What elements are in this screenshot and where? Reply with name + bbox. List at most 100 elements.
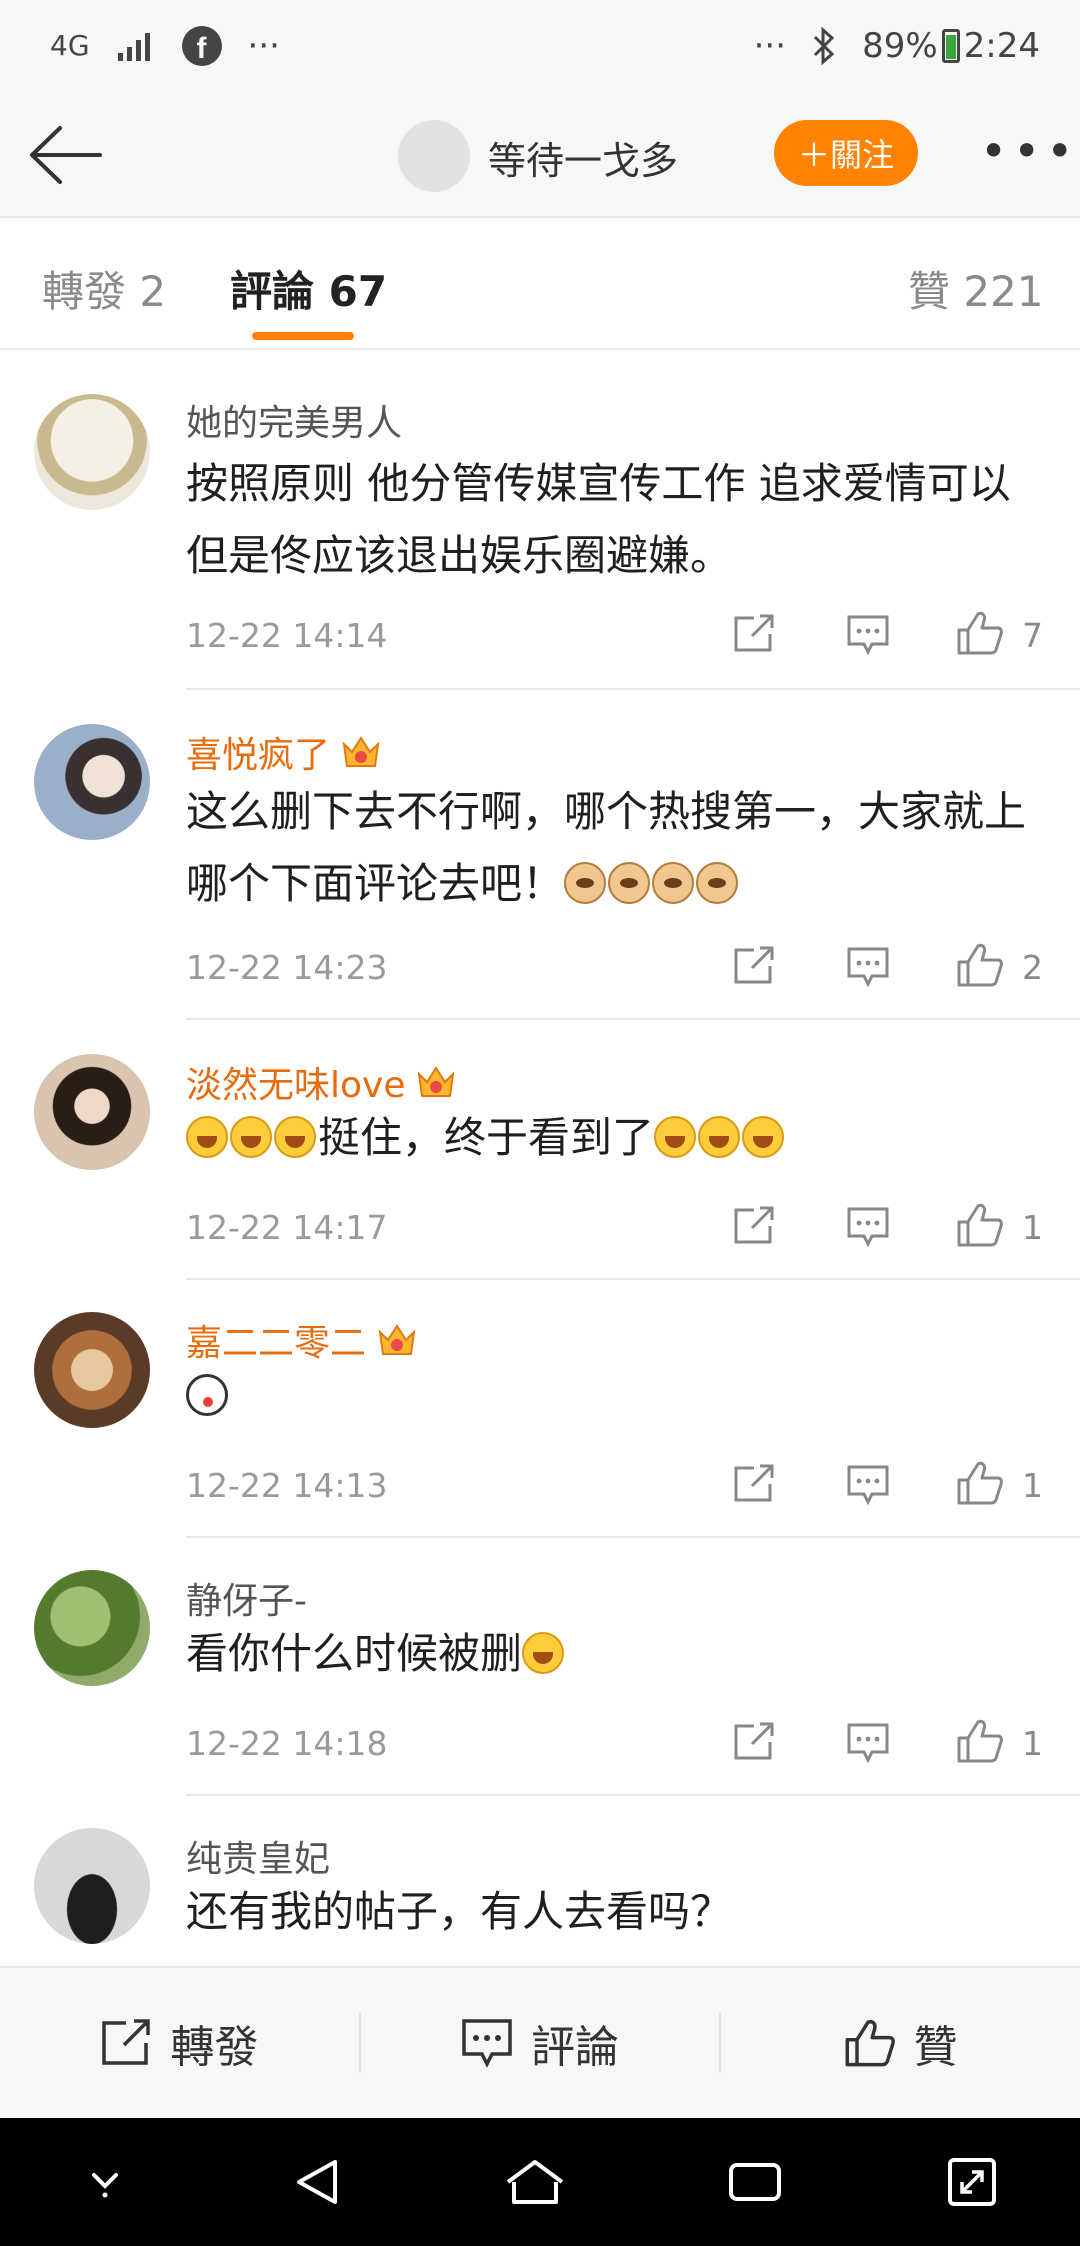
comment-item: 嘉二二零二 12-22 14:13 1 bbox=[0, 1280, 1080, 1538]
like-label: 贊 bbox=[913, 2022, 958, 2073]
share-icon[interactable] bbox=[732, 614, 776, 654]
like-icon[interactable] bbox=[956, 610, 1004, 656]
like-count: 1 bbox=[1022, 1208, 1043, 1247]
cat-emoji-icon bbox=[696, 862, 739, 904]
vip-crown-icon bbox=[378, 1324, 416, 1355]
share-icon[interactable] bbox=[732, 946, 776, 986]
comment-button[interactable]: 評論 bbox=[361, 2011, 720, 2075]
like-icon[interactable] bbox=[956, 1460, 1004, 1506]
reply-icon[interactable] bbox=[846, 1206, 890, 1248]
tab-likes[interactable]: 贊 221 bbox=[908, 258, 1044, 319]
like-count: 1 bbox=[1022, 1466, 1043, 1505]
network-type: 4G bbox=[50, 29, 90, 62]
share-icon bbox=[102, 2019, 151, 2065]
battery-icon bbox=[941, 29, 960, 63]
reply-icon[interactable] bbox=[846, 1464, 890, 1506]
comment-author[interactable]: 喜悦疯了 bbox=[186, 726, 382, 778]
recents-icon[interactable] bbox=[725, 2157, 785, 2207]
tab-reposts[interactable]: 轉發 2 bbox=[42, 258, 166, 319]
like-count: 2 bbox=[1022, 948, 1043, 987]
reply-icon[interactable] bbox=[846, 614, 890, 656]
back-arrow-icon[interactable] bbox=[28, 122, 104, 188]
share-icon[interactable] bbox=[732, 1722, 776, 1762]
laugh-cry-emoji-icon bbox=[522, 1632, 565, 1674]
reply-icon[interactable] bbox=[846, 1722, 890, 1764]
expand-icon[interactable] bbox=[944, 2154, 1000, 2210]
tab-bar: 轉發 2 評論 67 贊 221 bbox=[0, 218, 1080, 350]
vip-crown-icon bbox=[418, 1066, 455, 1097]
like-count: 7 bbox=[1022, 616, 1043, 655]
comment-author[interactable]: 静伢子- bbox=[186, 1572, 307, 1624]
status-bar: 4G f ··· ··· 89% 2:24 bbox=[0, 0, 1080, 92]
comment-list: 她的完美男人 按照原则 他分管传媒宣传工作 追求爱情可以 但是佟应该退出娱乐圈避… bbox=[0, 352, 1080, 1966]
more-options-icon[interactable]: ••• bbox=[980, 124, 1079, 178]
comment-text: 看你什么时候被删 bbox=[186, 1618, 1046, 1690]
bluetooth-icon bbox=[814, 27, 835, 65]
vip-crown-icon bbox=[342, 736, 380, 767]
like-icon[interactable] bbox=[956, 942, 1004, 988]
comment-author[interactable]: 她的完美男人 bbox=[186, 394, 402, 446]
comment-text: 还有我的帖子，有人去看吗？ bbox=[186, 1887, 733, 1936]
comment-item: 她的完美男人 按照原则 他分管传媒宣传工作 追求爱情可以 但是佟应该退出娱乐圈避… bbox=[0, 352, 1080, 690]
cat-emoji-icon bbox=[608, 862, 651, 904]
comment-item: 纯贵皇妃 还有我的帖子，有人去看吗？ bbox=[0, 1796, 1080, 1966]
like-count: 1 bbox=[1022, 1724, 1043, 1763]
comment-time: 12-22 14:14 bbox=[186, 616, 388, 655]
comment-time: 12-22 14:17 bbox=[186, 1208, 388, 1247]
laugh-cry-emoji-icon bbox=[274, 1116, 316, 1158]
cat-emoji-icon bbox=[652, 862, 695, 904]
thumbs-up-icon bbox=[845, 2020, 895, 2067]
clock: 2:24 bbox=[963, 26, 1040, 66]
laugh-cry-emoji-icon bbox=[186, 1116, 228, 1158]
comment-item: 淡然无味love 挺住，终于看到了 12-22 14:17 1 bbox=[0, 1020, 1080, 1280]
like-icon[interactable] bbox=[956, 1202, 1004, 1248]
comment-text: 挺住，终于看到了 bbox=[186, 1102, 1046, 1174]
author-avatar[interactable] bbox=[398, 120, 470, 192]
laugh-cry-emoji-icon bbox=[654, 1116, 697, 1158]
active-tab-indicator bbox=[252, 332, 354, 340]
comment-item: 静伢子- 看你什么时候被删 12-22 14:18 1 bbox=[0, 1538, 1080, 1796]
avatar[interactable] bbox=[34, 1312, 150, 1428]
comment-author[interactable]: 嘉二二零二 bbox=[186, 1314, 418, 1366]
avatar[interactable] bbox=[34, 724, 150, 840]
comment-text: 这么删下去不行啊，哪个热搜第一，大家就上哪个下面评论去吧！ bbox=[186, 787, 1027, 908]
comment-time: 12-22 14:18 bbox=[186, 1724, 388, 1763]
avatar[interactable] bbox=[34, 1570, 150, 1686]
system-nav-bar bbox=[0, 2118, 1080, 2246]
author-name[interactable]: 等待一戈多 bbox=[488, 130, 678, 185]
comment-item: 喜悦疯了 这么删下去不行啊，哪个热搜第一，大家就上哪个下面评论去吧！ 12-22… bbox=[0, 690, 1080, 1020]
follow-button[interactable]: ＋關注 bbox=[774, 120, 918, 186]
avatar[interactable] bbox=[34, 1054, 150, 1170]
cat-emoji-icon bbox=[564, 862, 607, 904]
share-icon[interactable] bbox=[732, 1206, 776, 1246]
laugh-cry-emoji-icon bbox=[698, 1116, 741, 1158]
like-icon[interactable] bbox=[956, 1718, 1004, 1764]
chevron-down-icon[interactable] bbox=[80, 2157, 130, 2207]
reply-icon[interactable] bbox=[846, 946, 890, 988]
like-button[interactable]: 贊 bbox=[721, 2011, 1080, 2075]
status-more-left: ··· bbox=[247, 26, 280, 66]
panda-emoji-icon bbox=[186, 1374, 228, 1416]
comment-time: 12-22 14:13 bbox=[186, 1466, 388, 1505]
top-header: 等待一戈多 ＋關注 ••• bbox=[0, 92, 1080, 218]
signal-icon bbox=[117, 33, 150, 61]
comment-text bbox=[186, 1360, 1046, 1432]
comment-author[interactable]: 淡然无味love bbox=[186, 1056, 457, 1108]
tab-comments[interactable]: 評論 67 bbox=[230, 258, 387, 319]
comment-text: 按照原则 他分管传媒宣传工作 追求爱情可以 但是佟应该退出娱乐圈避嫌。 bbox=[186, 459, 1011, 580]
avatar[interactable] bbox=[34, 394, 150, 510]
comment-time: 12-22 14:23 bbox=[186, 948, 388, 987]
share-icon[interactable] bbox=[732, 1464, 776, 1504]
comment-icon bbox=[462, 2019, 512, 2068]
bottom-action-bar: 轉發 評論 贊 bbox=[0, 1966, 1080, 2118]
comment-label: 評論 bbox=[531, 2022, 619, 2073]
back-triangle-icon[interactable] bbox=[289, 2154, 345, 2210]
home-icon[interactable] bbox=[504, 2154, 566, 2210]
repost-button[interactable]: 轉發 bbox=[0, 2011, 359, 2075]
laugh-cry-emoji-icon bbox=[742, 1116, 785, 1158]
avatar[interactable] bbox=[34, 1828, 150, 1944]
laugh-cry-emoji-icon bbox=[230, 1116, 272, 1158]
comment-author[interactable]: 纯贵皇妃 bbox=[186, 1830, 330, 1882]
repost-label: 轉發 bbox=[170, 2022, 259, 2073]
status-more-right: ··· bbox=[753, 26, 787, 66]
